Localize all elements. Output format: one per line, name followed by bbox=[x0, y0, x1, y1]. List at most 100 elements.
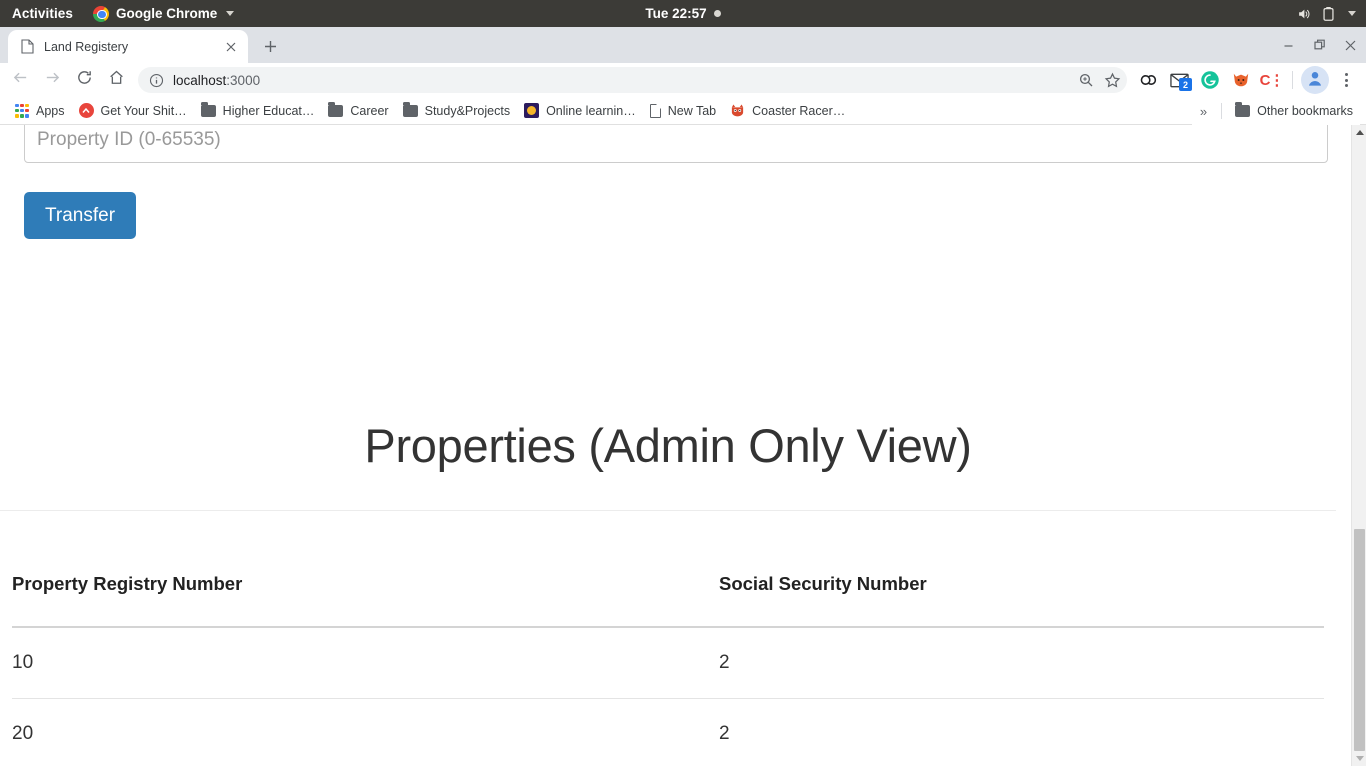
close-icon[interactable] bbox=[222, 38, 240, 56]
bookmark-label: Apps bbox=[36, 103, 65, 118]
chrome-logo-icon bbox=[93, 5, 110, 22]
table-row[interactable]: 10 2 bbox=[12, 627, 1324, 699]
app-menu-google-chrome[interactable]: Google Chrome bbox=[87, 5, 240, 22]
triangle-down-icon bbox=[1355, 756, 1364, 761]
red-monster-favicon bbox=[730, 103, 745, 118]
home-icon bbox=[108, 69, 125, 91]
page-viewport: Transfer Properties (Admin Only View) Pr… bbox=[0, 125, 1366, 766]
back-button[interactable] bbox=[4, 65, 36, 95]
toolbar-divider bbox=[1292, 71, 1293, 89]
zoom-magnifier-icon[interactable] bbox=[1078, 72, 1094, 88]
table-header: Property Registry Number Social Security… bbox=[12, 573, 1324, 628]
extensions-strip: 2 C⋮ bbox=[1133, 65, 1287, 95]
chevron-down-icon bbox=[226, 11, 235, 16]
os-top-bar: Activities Google Chrome Tue 22:57 bbox=[0, 0, 1366, 27]
folder-icon bbox=[1235, 102, 1251, 117]
page-document-icon bbox=[19, 39, 35, 55]
address-bar[interactable]: localhost:3000 bbox=[138, 67, 1127, 93]
property-id-input[interactable] bbox=[24, 125, 1328, 163]
bookmarks-bar: Apps Get Your Shit… Higher Educat… Caree… bbox=[0, 97, 1366, 125]
column-header-registry-number: Property Registry Number bbox=[12, 573, 719, 628]
other-bookmarks-label: Other bookmarks bbox=[1257, 104, 1353, 118]
bookmarks-bar-right: » Other bookmarks bbox=[1191, 97, 1360, 125]
triangle-up-icon bbox=[1355, 130, 1364, 135]
browser-tab[interactable]: Land Registery bbox=[8, 30, 248, 63]
apps-grid-icon bbox=[15, 103, 29, 118]
minimize-icon[interactable] bbox=[1273, 27, 1304, 63]
bookmark-online-learning[interactable]: Online learnin… bbox=[517, 100, 643, 121]
app-menu-label: Google Chrome bbox=[116, 6, 218, 21]
home-button[interactable] bbox=[100, 65, 132, 95]
fox-extension-icon[interactable] bbox=[1226, 65, 1256, 95]
cell-ssn: 2 bbox=[719, 627, 1324, 699]
table-body: 10 2 20 2 bbox=[12, 627, 1324, 766]
page-content: Transfer Properties (Admin Only View) Pr… bbox=[0, 125, 1351, 766]
folder-icon bbox=[402, 101, 418, 117]
volume-icon bbox=[1296, 7, 1311, 21]
bookmark-label: Coaster Racer… bbox=[752, 103, 846, 118]
bookmarks-divider bbox=[1221, 103, 1223, 119]
cell-ssn: 2 bbox=[719, 698, 1324, 766]
mail-badge-count: 2 bbox=[1179, 78, 1192, 91]
properties-table: Property Registry Number Social Security… bbox=[12, 573, 1324, 766]
window-controls bbox=[1273, 27, 1366, 63]
column-header-ssn: Social Security Number bbox=[719, 573, 1324, 628]
page-title: Properties (Admin Only View) bbox=[364, 419, 972, 472]
chevron-down-icon bbox=[1348, 11, 1356, 16]
restore-window-icon[interactable] bbox=[1304, 27, 1335, 63]
reload-button[interactable] bbox=[68, 65, 100, 95]
activities-button[interactable]: Activities bbox=[0, 6, 87, 21]
three-dot-menu-icon[interactable] bbox=[1332, 65, 1360, 95]
folder-icon bbox=[328, 101, 344, 117]
recording-indicator-icon bbox=[713, 10, 721, 17]
cell-registry-number: 20 bbox=[12, 698, 719, 766]
close-icon[interactable] bbox=[1335, 27, 1366, 63]
bookmark-higher-education[interactable]: Higher Educat… bbox=[194, 101, 322, 121]
info-circle-icon[interactable] bbox=[148, 72, 164, 88]
reload-icon bbox=[76, 69, 93, 91]
browser-toolbar: localhost:3000 2 C⋮ bbox=[0, 63, 1366, 97]
arrow-left-icon bbox=[12, 69, 29, 91]
bookmark-get-your-shit[interactable]: Get Your Shit… bbox=[72, 100, 194, 121]
arrow-right-icon bbox=[44, 69, 61, 91]
bookmark-label: Online learnin… bbox=[546, 103, 636, 118]
system-tray[interactable] bbox=[1296, 6, 1356, 22]
double-chevron-right-icon[interactable]: » bbox=[1192, 104, 1215, 119]
section-divider bbox=[0, 510, 1336, 511]
loop-extension-icon[interactable] bbox=[1133, 65, 1163, 95]
scrollbar-thumb[interactable] bbox=[1354, 529, 1365, 751]
bookmark-label: Career bbox=[350, 103, 389, 118]
url-host: localhost bbox=[173, 72, 227, 88]
table-row[interactable]: 20 2 bbox=[12, 698, 1324, 766]
bookmark-coaster-racer[interactable]: Coaster Racer… bbox=[723, 100, 852, 121]
new-tab-button[interactable] bbox=[256, 32, 284, 60]
red-circle-favicon bbox=[78, 103, 94, 118]
profile-avatar-button[interactable] bbox=[1301, 66, 1329, 94]
bookmark-study-projects[interactable]: Study&Projects bbox=[396, 101, 517, 121]
grammarly-extension-icon[interactable] bbox=[1195, 65, 1225, 95]
star-icon[interactable] bbox=[1104, 72, 1121, 89]
url-port: :3000 bbox=[226, 72, 261, 88]
other-bookmarks-button[interactable]: Other bookmarks bbox=[1228, 101, 1360, 121]
bookmark-label: New Tab bbox=[667, 103, 717, 118]
scroll-up-button[interactable] bbox=[1352, 125, 1366, 140]
folder-icon bbox=[200, 101, 216, 117]
bookmark-apps[interactable]: Apps bbox=[8, 101, 72, 121]
page-scrollbar[interactable] bbox=[1351, 125, 1366, 766]
forward-button[interactable] bbox=[36, 65, 68, 95]
scroll-down-button[interactable] bbox=[1352, 751, 1366, 766]
user-avatar-icon bbox=[1305, 68, 1325, 93]
bookmark-label: Study&Projects bbox=[424, 103, 511, 118]
bookmark-career[interactable]: Career bbox=[321, 101, 395, 121]
browser-tab-strip: Land Registery bbox=[0, 27, 1366, 63]
colon-c-extension-icon[interactable]: C⋮ bbox=[1257, 65, 1287, 95]
table-header-row: Property Registry Number Social Security… bbox=[12, 573, 1324, 628]
bookmark-new-tab[interactable]: New Tab bbox=[643, 101, 723, 121]
mail-extension-icon[interactable]: 2 bbox=[1164, 65, 1194, 95]
battery-icon bbox=[1322, 6, 1335, 22]
transfer-button[interactable]: Transfer bbox=[24, 192, 137, 239]
bookmark-label: Higher Educat… bbox=[222, 103, 315, 118]
purple-square-favicon bbox=[524, 103, 540, 118]
address-bar-url: localhost:3000 bbox=[173, 73, 260, 88]
cell-registry-number: 10 bbox=[12, 627, 719, 699]
